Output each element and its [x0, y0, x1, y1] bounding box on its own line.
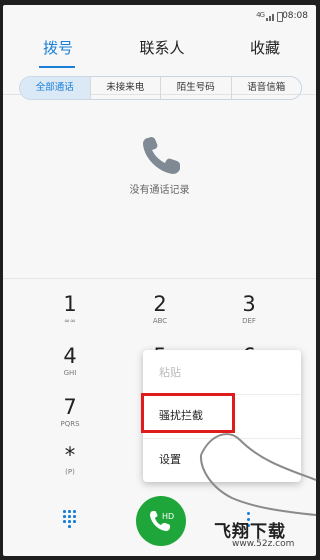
voicemail-icon: ∞∞	[64, 317, 76, 325]
top-tabs: 拨号 联系人 收藏	[3, 29, 316, 95]
key-digit: 7	[63, 395, 77, 419]
highlight-box	[141, 393, 235, 433]
filter-unknown-numbers[interactable]: 陌生号码	[160, 77, 231, 99]
key-2[interactable]: 2 ABC	[125, 292, 195, 336]
key-letters: PQRS	[60, 420, 80, 428]
keypad-divider	[3, 278, 316, 279]
call-button[interactable]: HD	[136, 496, 186, 546]
device-frame: 4G 08:08 拨号 联系人 收藏 全部通话 未接来电 陌生号码 语音信箱 没…	[0, 0, 320, 560]
tab-indicator	[39, 66, 75, 68]
menu-item-paste[interactable]: 粘贴	[143, 352, 301, 394]
key-digit: 3	[242, 292, 256, 316]
key-digit: 1	[63, 292, 77, 316]
key-letters: GHI	[63, 369, 77, 377]
phone-call-icon	[150, 511, 170, 531]
menu-item-settings[interactable]: 设置	[143, 439, 301, 481]
filter-missed-calls[interactable]: 未接来电	[89, 77, 161, 99]
key-digit: 4	[63, 344, 77, 368]
key-1[interactable]: 1 ∞∞	[35, 292, 105, 336]
status-bar: 4G 08:08	[3, 5, 316, 27]
status-time: 08:08	[282, 11, 308, 21]
call-filter-segmented: 全部通话 未接来电 陌生号码 语音信箱	[19, 76, 302, 100]
key-digit: *	[64, 443, 76, 467]
signal-label: 4G	[256, 11, 265, 19]
filter-all-calls[interactable]: 全部通话	[20, 77, 90, 99]
watermark: 飞翔下载 www.52z.com	[212, 517, 312, 557]
key-star[interactable]: * (P)	[35, 443, 105, 487]
key-letters: DEF	[242, 317, 256, 325]
dialpad-grid-icon[interactable]	[63, 510, 77, 528]
watermark-url: www.52z.com	[232, 539, 295, 549]
key-4[interactable]: 4 GHI	[35, 344, 105, 388]
phone-handset-icon	[143, 137, 180, 174]
empty-call-log-text: 没有通话记录	[129, 185, 190, 196]
key-letters: ABC	[152, 317, 168, 325]
tab-dial[interactable]: 拨号	[6, 37, 110, 58]
hd-label: HD	[162, 512, 175, 521]
key-7[interactable]: 7 PQRS	[35, 395, 105, 439]
phone-screen: 4G 08:08 拨号 联系人 收藏 全部通话 未接来电 陌生号码 语音信箱 没…	[3, 5, 316, 556]
filter-voicemail[interactable]: 语音信箱	[230, 77, 302, 99]
tab-contacts[interactable]: 联系人	[110, 37, 214, 58]
key-digit: 2	[153, 292, 167, 316]
tab-favorites[interactable]: 收藏	[213, 37, 316, 58]
key-3[interactable]: 3 DEF	[214, 292, 284, 336]
key-letters: (P)	[65, 468, 75, 476]
signal-icon	[266, 12, 276, 21]
